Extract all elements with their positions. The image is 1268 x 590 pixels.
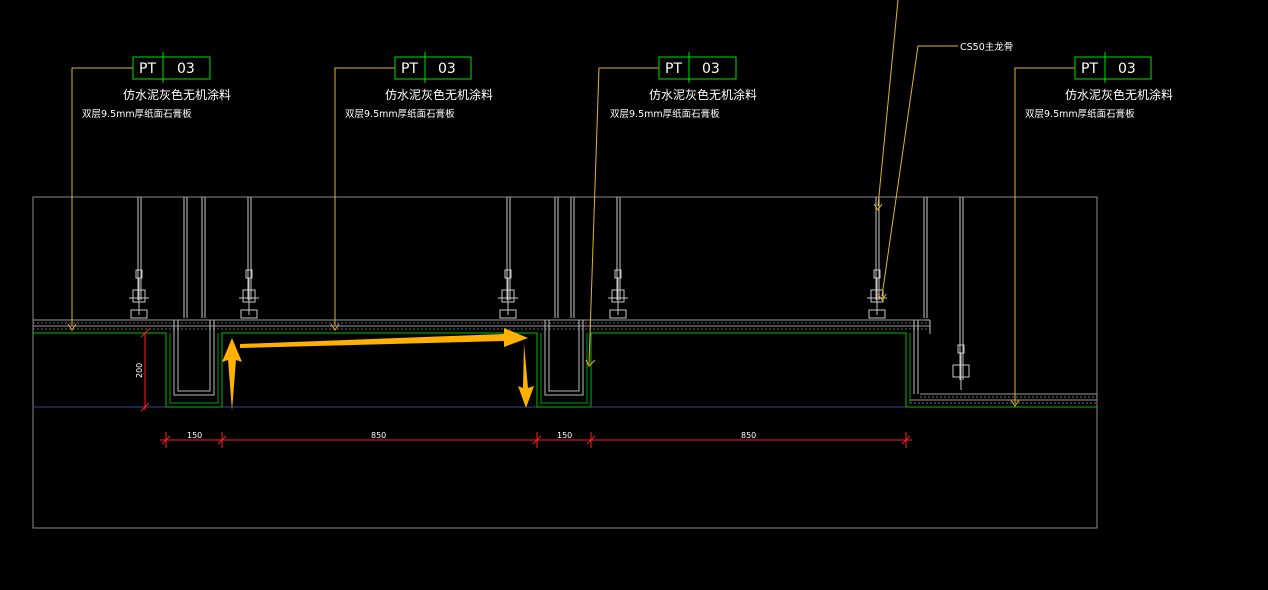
material-tag-3: PT 03 仿水泥灰色无机涂料 双层9.5mm厚纸面石膏板 xyxy=(610,52,757,120)
tag-number: 03 xyxy=(177,61,195,77)
tag-code: PT xyxy=(665,61,682,77)
arrow-down-icon xyxy=(518,343,534,408)
finish-profile-inner-2 xyxy=(540,333,588,404)
tag-finish-label: 仿水泥灰色无机涂料 xyxy=(649,87,757,102)
tag-finish-label: 仿水泥灰色无机涂料 xyxy=(385,87,493,102)
dimension-850-b: 850 xyxy=(741,431,756,440)
dimension-150-a: 150 xyxy=(187,431,202,440)
tag-finish-label: 仿水泥灰色无机涂料 xyxy=(1065,87,1173,102)
tag-number: 03 xyxy=(1118,61,1136,77)
tag-board-label: 双层9.5mm厚纸面石膏板 xyxy=(1025,108,1135,120)
material-tag-4: PT 03 仿水泥灰色无机涂料 双层9.5mm厚纸面石膏板 xyxy=(1025,52,1173,120)
material-tag-2: PT 03 仿水泥灰色无机涂料 双层9.5mm厚纸面石膏板 xyxy=(345,52,493,120)
tag-board-label: 双层9.5mm厚纸面石膏板 xyxy=(345,108,455,120)
tag-finish-label: 仿水泥灰色无机涂料 xyxy=(123,87,231,102)
finish-profile-inner xyxy=(169,333,219,404)
material-tag-1: PT 03 仿水泥灰色无机涂料 双层9.5mm厚纸面石膏板 xyxy=(82,52,231,120)
annotation-arrows xyxy=(222,328,534,411)
trough-outlines xyxy=(173,319,931,396)
dimension-850-a: 850 xyxy=(371,431,386,440)
finish-profile-line xyxy=(33,332,1097,408)
arrow-right-icon xyxy=(240,328,528,348)
arrow-up-icon xyxy=(222,338,242,411)
tag-board-label: 双层9.5mm厚纸面石膏板 xyxy=(610,108,720,120)
tag-code: PT xyxy=(401,61,418,77)
tag-number: 03 xyxy=(438,61,456,77)
tag-code: PT xyxy=(139,61,156,77)
drawing-frame xyxy=(32,196,1098,529)
tag-number: 03 xyxy=(702,61,720,77)
hanger-rods xyxy=(137,197,964,380)
dimension-vertical-200: 200 xyxy=(135,363,144,378)
callout-cs50-main-keel: CS50主龙骨 xyxy=(960,41,1013,53)
cad-drawing-canvas: CS50主龙骨 PT 03 仿水泥灰色无机涂料 双层9.5mm厚纸面石膏板 PT… xyxy=(32,0,1173,529)
dimension-150-b: 150 xyxy=(557,431,572,440)
horizontal-dimension-chain xyxy=(160,432,912,448)
tag-board-label: 双层9.5mm厚纸面石膏板 xyxy=(82,108,192,120)
tag-code: PT xyxy=(1081,61,1098,77)
